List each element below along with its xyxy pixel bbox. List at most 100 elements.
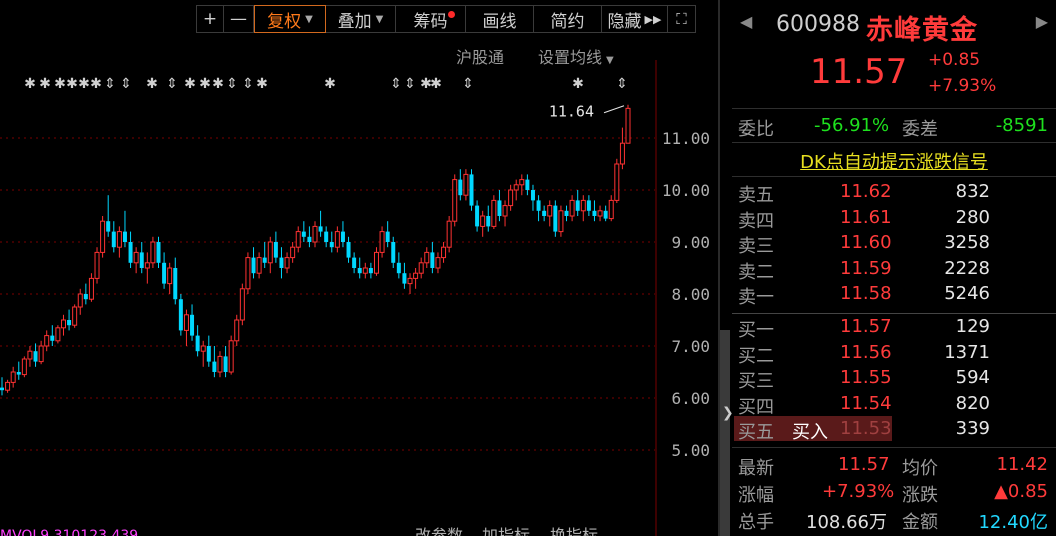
candle-body[interactable] bbox=[284, 257, 290, 269]
candle-body[interactable] bbox=[290, 246, 296, 259]
bid-row[interactable]: 买三 11.55 594 bbox=[732, 367, 1056, 392]
candle-body[interactable] bbox=[150, 241, 156, 264]
candle-body[interactable] bbox=[228, 340, 234, 373]
bid-row[interactable]: 买五 买入 11.53 339 bbox=[732, 416, 1056, 443]
candle-body[interactable] bbox=[385, 231, 390, 242]
event-marker[interactable]: ✱ bbox=[90, 76, 102, 92]
candle-body[interactable] bbox=[508, 189, 514, 207]
bid-row[interactable]: 买二 11.56 1371 bbox=[732, 342, 1056, 367]
candle-body[interactable] bbox=[379, 231, 385, 253]
candle-body[interactable] bbox=[597, 210, 603, 217]
candle-body[interactable] bbox=[133, 251, 139, 264]
candle-body[interactable] bbox=[60, 319, 66, 329]
event-marker[interactable]: ✱ bbox=[66, 76, 78, 92]
candle-body[interactable] bbox=[418, 262, 424, 274]
event-marker[interactable]: ✱ bbox=[184, 76, 196, 92]
candle-body[interactable] bbox=[391, 242, 396, 263]
ask-row[interactable]: 卖一 11.58 5246 bbox=[732, 283, 1056, 308]
bid-row[interactable]: 买一 11.57 129 bbox=[732, 316, 1056, 341]
candle-body[interactable] bbox=[5, 381, 11, 391]
candle-body[interactable] bbox=[245, 257, 251, 290]
candle-body[interactable] bbox=[256, 257, 262, 274]
candle-body[interactable] bbox=[469, 174, 474, 206]
candle-body[interactable] bbox=[603, 210, 608, 219]
candle-body[interactable] bbox=[542, 210, 547, 216]
event-marker[interactable]: ⇕ bbox=[242, 76, 254, 92]
candle-body[interactable] bbox=[50, 335, 55, 341]
candle-body[interactable] bbox=[100, 220, 106, 253]
candlestick-chart[interactable]: 11.0010.009.008.007.006.005.00✱ ✱ ✱ ✱ ✱ ✱ ⇕ ⇕ ✱ ⇕… bbox=[0, 0, 718, 536]
candle-body[interactable] bbox=[167, 267, 173, 285]
zoom-in-button[interactable]: + bbox=[196, 5, 224, 33]
candle-body[interactable] bbox=[139, 252, 144, 268]
event-marker[interactable]: ✱ bbox=[324, 76, 336, 92]
candle-body[interactable] bbox=[352, 257, 357, 268]
candle-body[interactable] bbox=[502, 205, 508, 217]
candle-body[interactable] bbox=[183, 314, 189, 331]
candle-body[interactable] bbox=[497, 200, 502, 216]
candle-body[interactable] bbox=[475, 205, 480, 227]
hugutong-label[interactable]: 沪股通 bbox=[456, 44, 504, 68]
candle-body[interactable] bbox=[206, 346, 211, 362]
candle-body[interactable] bbox=[424, 251, 430, 264]
candle-body[interactable] bbox=[430, 252, 435, 268]
candle-body[interactable] bbox=[530, 190, 535, 201]
candle-body[interactable] bbox=[156, 242, 161, 263]
event-marker[interactable]: ✱ bbox=[24, 76, 36, 92]
candle-body[interactable] bbox=[396, 262, 401, 274]
candle-body[interactable] bbox=[122, 231, 127, 242]
candle-body[interactable] bbox=[234, 319, 240, 342]
candle-body[interactable] bbox=[452, 179, 458, 222]
ask-row[interactable]: 卖四 11.61 280 bbox=[732, 207, 1056, 232]
event-marker[interactable]: ⇕ bbox=[616, 76, 628, 92]
overlay-button[interactable]: 叠加 ▼ bbox=[326, 5, 396, 33]
candle-body[interactable] bbox=[536, 200, 541, 211]
candle-body[interactable] bbox=[491, 199, 497, 227]
candle-body[interactable] bbox=[173, 268, 178, 300]
candle-body[interactable] bbox=[525, 179, 530, 190]
hide-button[interactable]: 隐藏 ▶▶ bbox=[602, 5, 668, 33]
candle-body[interactable] bbox=[239, 288, 245, 321]
candle-body[interactable] bbox=[33, 351, 38, 362]
candle-body[interactable] bbox=[329, 242, 334, 248]
event-marker[interactable]: ✱ bbox=[39, 76, 51, 92]
draw-line-button[interactable]: 画线 bbox=[466, 5, 534, 33]
candle-body[interactable] bbox=[334, 231, 340, 248]
candle-body[interactable] bbox=[217, 355, 223, 373]
candle-body[interactable] bbox=[262, 257, 267, 263]
candle-body[interactable] bbox=[106, 221, 111, 232]
bid-row[interactable]: 买四 11.54 820 bbox=[732, 393, 1056, 418]
candle-body[interactable] bbox=[446, 220, 452, 248]
event-marker[interactable]: ⇕ bbox=[390, 76, 402, 92]
candle-body[interactable] bbox=[200, 345, 206, 352]
candle-body[interactable] bbox=[279, 257, 284, 268]
candle-body[interactable] bbox=[128, 242, 133, 263]
candle-body[interactable] bbox=[94, 251, 100, 279]
candle-body[interactable] bbox=[513, 184, 519, 191]
candle-body[interactable] bbox=[346, 242, 351, 258]
candle-body[interactable] bbox=[273, 242, 278, 258]
candle-body[interactable] bbox=[564, 210, 569, 216]
candle-body[interactable] bbox=[67, 320, 72, 326]
candle-body[interactable] bbox=[441, 246, 447, 259]
candle-body[interactable] bbox=[190, 314, 195, 336]
candle-body[interactable] bbox=[312, 225, 318, 243]
indicator-button[interactable]: 改参数 bbox=[415, 526, 463, 536]
candle-body[interactable] bbox=[407, 277, 413, 285]
event-marker[interactable]: ✱ bbox=[199, 76, 211, 92]
scrollbar[interactable] bbox=[720, 330, 730, 536]
event-marker[interactable]: ⇕ bbox=[166, 76, 178, 92]
candle-body[interactable] bbox=[16, 372, 21, 375]
candle-body[interactable] bbox=[586, 200, 591, 211]
candle-body[interactable] bbox=[625, 107, 631, 144]
candle-body[interactable] bbox=[77, 293, 83, 308]
event-marker[interactable]: ✱ bbox=[256, 76, 268, 92]
candle-body[interactable] bbox=[340, 231, 345, 242]
candle-body[interactable] bbox=[373, 251, 379, 274]
candle-body[interactable] bbox=[558, 210, 564, 233]
event-marker[interactable]: ⇕ bbox=[226, 76, 238, 92]
candle-body[interactable] bbox=[307, 236, 312, 242]
fuquan-button[interactable]: 复权 ▼ bbox=[254, 5, 326, 33]
candle-body[interactable] bbox=[0, 387, 4, 391]
event-marker[interactable]: ⇕ bbox=[404, 76, 416, 92]
